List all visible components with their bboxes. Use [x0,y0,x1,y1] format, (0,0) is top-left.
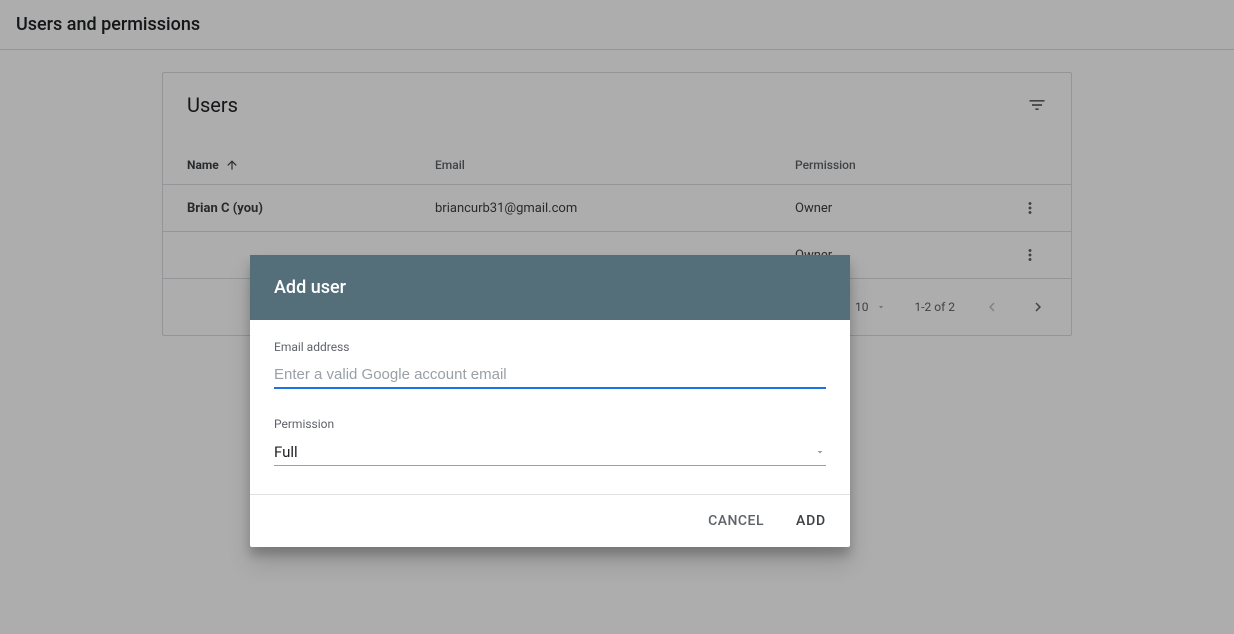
dialog-body: Email address Permission Full [250,320,850,494]
permission-select[interactable]: Full [274,439,826,466]
add-user-dialog: Add user Email address Permission Full C… [250,255,850,547]
permission-label: Permission [274,417,826,431]
dropdown-icon [814,446,826,458]
add-button[interactable]: ADD [796,513,826,529]
email-label: Email address [274,340,826,354]
email-field-group: Email address [274,340,826,389]
dialog-actions: CANCEL ADD [250,494,850,547]
permission-value: Full [274,443,298,461]
email-input[interactable] [274,362,826,389]
cancel-button[interactable]: CANCEL [708,513,764,529]
permission-field-group: Permission Full [274,417,826,466]
dialog-title: Add user [250,255,850,320]
